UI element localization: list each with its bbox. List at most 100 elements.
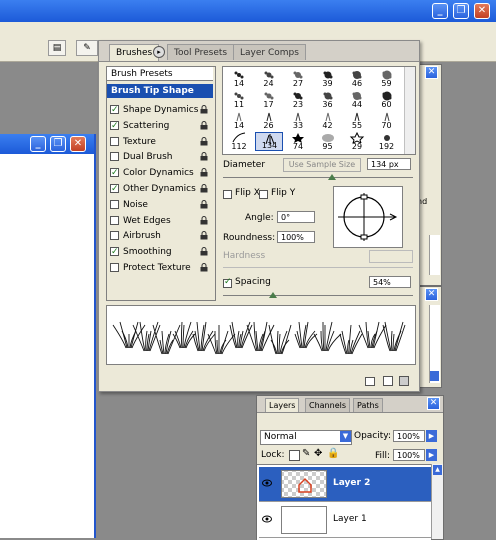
brush-tip-cell[interactable]: 39 (314, 69, 342, 88)
brush-option-item[interactable]: Texture (110, 135, 210, 149)
layer-row-layer-1[interactable]: Layer 1 (259, 503, 431, 538)
checkbox[interactable] (110, 166, 119, 180)
brush-tip-cell[interactable]: 14 (225, 111, 253, 130)
checkbox[interactable] (110, 199, 119, 209)
lock-move-icon[interactable]: ✥ (314, 448, 322, 459)
opacity-arrow-icon[interactable]: ▶ (426, 430, 437, 442)
checkbox[interactable] (110, 103, 119, 117)
lock-icon[interactable] (200, 231, 208, 240)
eye-icon[interactable] (262, 479, 272, 487)
brush-option-item[interactable]: Protect Texture (110, 261, 210, 275)
brush-tip-cell[interactable]: 33 (284, 111, 312, 130)
tab-channels[interactable]: Channels (305, 398, 351, 412)
lock-icon[interactable] (200, 263, 208, 272)
checkbox[interactable] (110, 136, 119, 146)
brush-tip-cell[interactable]: 60 (373, 90, 401, 109)
layers-close-icon[interactable]: ✕ (427, 397, 440, 410)
doc-minimize-icon[interactable]: _ (30, 136, 46, 152)
brush-tip-cell[interactable]: 29 (343, 131, 371, 151)
brush-tip-cell[interactable]: 70 (373, 111, 401, 130)
fill-field[interactable] (393, 449, 425, 461)
lock-all-icon[interactable]: 🔒 (327, 448, 339, 459)
checkbox[interactable] (110, 245, 119, 259)
brush-grid-scrollbar[interactable] (404, 67, 415, 154)
checkbox[interactable] (110, 263, 119, 272)
tab-layer-comps[interactable]: Layer Comps (233, 44, 306, 60)
checkbox[interactable] (110, 215, 119, 225)
brush-option-item[interactable]: Shape Dynamics (110, 103, 210, 117)
brush-tip-cell[interactable]: 26 (255, 111, 283, 130)
tab-tool-presets[interactable]: Tool Presets (167, 44, 235, 60)
checkbox[interactable] (110, 182, 119, 196)
minimize-icon[interactable]: _ (432, 3, 448, 19)
checkbox[interactable] (110, 152, 119, 162)
lock-icon[interactable] (200, 168, 208, 177)
lock-icon[interactable] (200, 152, 208, 161)
palette-scrollbar[interactable] (429, 235, 440, 275)
eye-icon[interactable] (262, 515, 272, 523)
lock-icon[interactable] (200, 184, 208, 193)
close-icon[interactable]: ✕ (474, 3, 490, 19)
roundness-field[interactable] (277, 231, 315, 243)
brush-option-item[interactable]: Wet Edges (110, 214, 210, 228)
restore-icon[interactable]: ❐ (453, 3, 469, 19)
brush-tip-cell[interactable]: 11 (225, 90, 253, 109)
flip-y-checkbox[interactable]: Flip Y (259, 188, 299, 200)
palette-menu-icon[interactable]: ▸ (153, 46, 165, 58)
brush-option-item[interactable]: Dual Brush (110, 150, 210, 164)
brush-tip-cell[interactable]: 23 (284, 90, 312, 109)
lock-transparency-icon[interactable] (289, 450, 300, 461)
palette-close-icon[interactable]: ✕ (425, 66, 438, 79)
lock-icon[interactable] (200, 215, 208, 225)
spacing-field[interactable] (369, 276, 411, 288)
spacing-checkbox[interactable]: Spacing (223, 277, 283, 289)
lock-paint-icon[interactable]: ✎ (302, 448, 310, 459)
brush-tip-cell[interactable]: 42 (314, 111, 342, 130)
diameter-field[interactable] (367, 158, 411, 170)
angle-field[interactable] (277, 211, 315, 223)
lock-icon[interactable] (200, 136, 208, 146)
brush-tip-cell[interactable]: 27 (284, 69, 312, 88)
brush-tip-cell[interactable]: 17 (255, 90, 283, 109)
brush-tip-cell[interactable]: 44 (343, 90, 371, 109)
brush-option-item[interactable]: Smoothing (110, 245, 210, 259)
lock-icon[interactable] (200, 105, 208, 114)
new-brush-icon[interactable] (383, 376, 393, 386)
tab-layers[interactable]: Layers (265, 398, 300, 412)
lock-icon[interactable] (200, 199, 208, 209)
opacity-field[interactable] (393, 430, 425, 442)
checkbox[interactable] (110, 119, 119, 133)
layers-scrollbar[interactable]: ▲ (431, 464, 443, 539)
brush-tip-cell[interactable]: 46 (343, 69, 371, 88)
brush-option-item[interactable]: Scattering (110, 119, 210, 133)
brush-tip-cell[interactable]: 95 (314, 132, 342, 151)
brush-tip-cell[interactable]: 74 (284, 132, 312, 151)
toggle-preview-icon[interactable] (365, 377, 375, 386)
brush-tip-cell[interactable]: 134 (254, 132, 283, 151)
tab-brushes[interactable]: Brushes (109, 44, 160, 61)
diameter-slider-track[interactable] (223, 177, 413, 178)
brush-option-item[interactable]: Color Dynamics (110, 166, 210, 180)
spacing-slider-thumb[interactable] (269, 292, 277, 298)
checkbox[interactable] (110, 231, 119, 241)
brush-option-item[interactable]: Airbrush (110, 229, 210, 243)
brush-tip-cell[interactable]: 36 (314, 90, 342, 109)
brush-tip-cell[interactable]: 59 (373, 69, 401, 88)
delete-brush-icon[interactable] (399, 376, 409, 386)
brush-tip-shape-item[interactable]: Brush Tip Shape (107, 84, 213, 98)
doc-restore-icon[interactable]: ❐ (50, 136, 66, 152)
use-sample-size-button[interactable]: Use Sample Size (283, 158, 361, 172)
palette-toggle-icon[interactable]: ▤ (48, 40, 66, 56)
flip-x-checkbox[interactable]: Flip X (223, 188, 263, 200)
fill-arrow-icon[interactable]: ▶ (426, 449, 437, 461)
tab-paths[interactable]: Paths (353, 398, 383, 412)
brush-palette-icon[interactable]: ✎ (76, 40, 98, 56)
scroll-down-button[interactable] (430, 371, 439, 381)
diameter-slider-thumb[interactable] (328, 174, 336, 180)
lock-icon[interactable] (200, 120, 208, 130)
lock-icon[interactable] (200, 247, 208, 256)
brush-tip-cell[interactable]: 55 (343, 111, 371, 130)
brush-tip-cell[interactable]: 24 (255, 69, 283, 88)
blend-mode-select[interactable]: Normal ▼ (260, 430, 352, 445)
spacing-slider-track[interactable] (223, 295, 413, 296)
